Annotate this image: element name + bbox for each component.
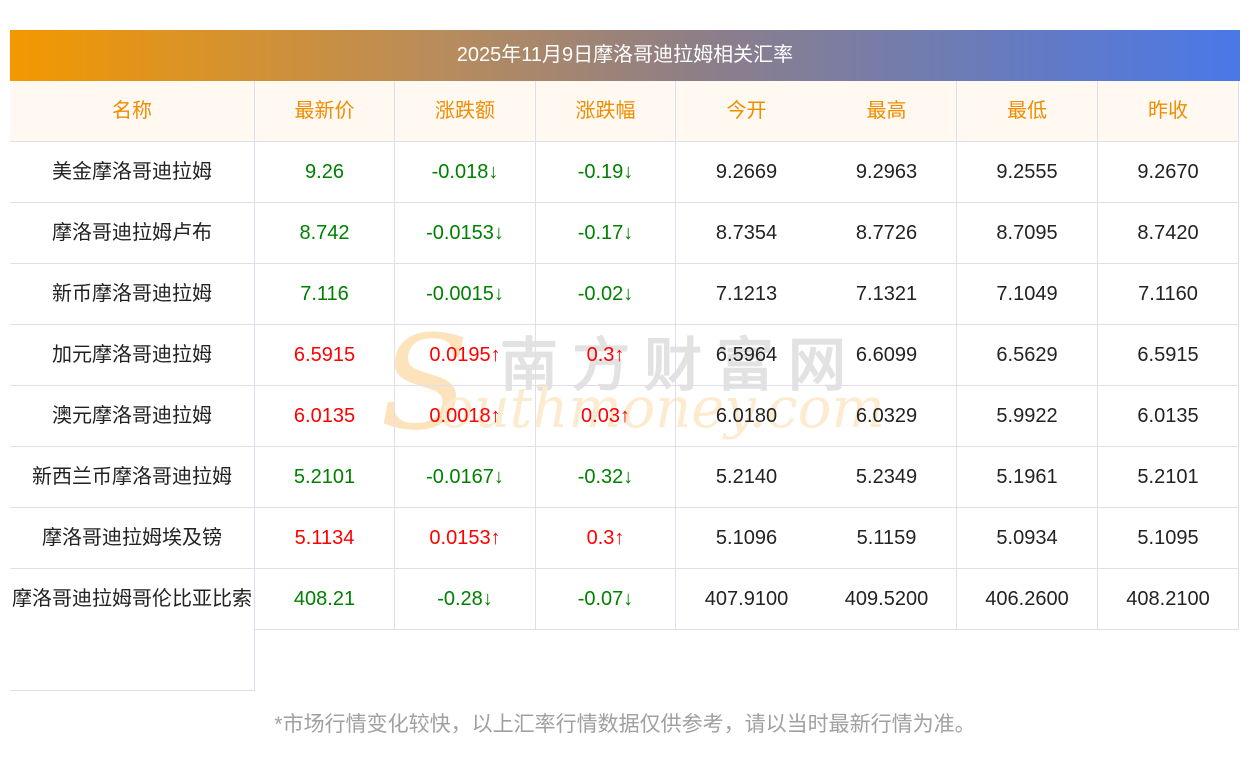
- table-row: 摩洛哥迪拉姆埃及镑 5.1134 0.0153↑ 0.3↑ 5.1096 5.1159 5.…: [10, 508, 1239, 569]
- change-cell: 0.0018↑: [395, 386, 536, 447]
- header-name: 名称: [10, 81, 255, 142]
- prev-cell: 5.2101: [1098, 447, 1239, 508]
- low-cell: 406.2600: [957, 569, 1098, 630]
- header-price: 最新价: [255, 81, 395, 142]
- low-cell: 9.2555: [957, 142, 1098, 203]
- price-cell: 6.0135: [255, 386, 395, 447]
- name-cell: 摩洛哥迪拉姆卢布: [10, 203, 255, 264]
- price-cell: 7.116: [255, 264, 395, 325]
- name-cell: 新西兰币摩洛哥迪拉姆: [10, 447, 255, 508]
- exchange-rate-table: 名称 最新价 涨跌额 涨跌幅 今开 最高 最低 昨收 美金摩洛哥迪拉姆 9.26-…: [10, 81, 1239, 691]
- header-prev: 昨收: [1098, 81, 1239, 142]
- price-cell: 9.26: [255, 142, 395, 203]
- high-cell: 5.1159: [817, 508, 957, 569]
- disclaimer: *市场行情变化较快，以上汇率行情数据仅供参考，请以当时最新行情为准。: [274, 713, 976, 736]
- high-cell: 409.5200: [817, 569, 957, 630]
- prev-cell: 8.7420: [1098, 203, 1239, 264]
- high-cell: 7.1321: [817, 264, 957, 325]
- low-cell: 5.0934: [957, 508, 1098, 569]
- name-cell: 加元摩洛哥迪拉姆: [10, 325, 255, 386]
- table-header-row: 名称 最新价 涨跌额 涨跌幅 今开 最高 最低 昨收: [10, 81, 1239, 142]
- high-cell: 6.0329: [817, 386, 957, 447]
- table-row: 新币摩洛哥迪拉姆 7.116 -0.0015↓ -0.02↓ 7.1213 7.1321 7…: [10, 264, 1239, 325]
- price-cell: 6.5915: [255, 325, 395, 386]
- change-cell: 0.0195↑: [395, 325, 536, 386]
- open-cell: 9.2669: [676, 142, 817, 203]
- open-cell: 5.1096: [676, 508, 817, 569]
- table-row: 加元摩洛哥迪拉姆 6.5915 0.0195↑ 0.3↑ 6.5964 6.6099 6.5…: [10, 325, 1239, 386]
- pct-cell: -0.32↓: [536, 447, 676, 508]
- prev-cell: 5.1095: [1098, 508, 1239, 569]
- prev-cell: 408.2100: [1098, 569, 1239, 630]
- table-row: 摩洛哥迪拉姆卢布 8.742 -0.0153↓ -0.17↓ 8.7354 8.7726 8…: [10, 203, 1239, 264]
- high-cell: 9.2963: [817, 142, 957, 203]
- table-title: 2025年11月9日摩洛哥迪拉姆相关汇率: [10, 30, 1240, 81]
- table-row: 澳元摩洛哥迪拉姆 6.0135 0.0018↑ 0.03↑ 6.0180 6.0329 5.…: [10, 386, 1239, 447]
- pct-cell: -0.17↓: [536, 203, 676, 264]
- name-cell: 摩洛哥迪拉姆哥伦比亚比索: [10, 569, 255, 691]
- change-cell: -0.0015↓: [395, 264, 536, 325]
- low-cell: 5.9922: [957, 386, 1098, 447]
- low-cell: 5.1961: [957, 447, 1098, 508]
- table-row: 新西兰币摩洛哥迪拉姆 5.2101 -0.0167↓ -0.32↓ 5.2140 5.23…: [10, 447, 1239, 508]
- name-cell: 新币摩洛哥迪拉姆: [10, 264, 255, 325]
- open-cell: 8.7354: [676, 203, 817, 264]
- low-cell: 7.1049: [957, 264, 1098, 325]
- name-cell: 美金摩洛哥迪拉姆: [10, 142, 255, 203]
- header-low: 最低: [957, 81, 1098, 142]
- name-cell: 摩洛哥迪拉姆埃及镑: [10, 508, 255, 569]
- header-high: 最高: [817, 81, 957, 142]
- price-cell: 5.2101: [255, 447, 395, 508]
- table-row: 摩洛哥迪拉姆哥伦比亚比索 408.21 -0.28↓ -0.07↓ 407.9100 40…: [10, 569, 1239, 691]
- price-cell: 8.742: [255, 203, 395, 264]
- change-cell: -0.0153↓: [395, 203, 536, 264]
- change-cell: -0.0167↓: [395, 447, 536, 508]
- high-cell: 8.7726: [817, 203, 957, 264]
- price-cell: 408.21: [255, 569, 395, 630]
- open-cell: 6.0180: [676, 386, 817, 447]
- high-cell: 6.6099: [817, 325, 957, 386]
- pct-cell: 0.3↑: [536, 325, 676, 386]
- table-body: 美金摩洛哥迪拉姆 9.26 -0.018↓ -0.19↓ 9.2669 9.2963 9.2…: [10, 142, 1239, 691]
- open-cell: 407.9100: [676, 569, 817, 630]
- prev-cell: 9.2670: [1098, 142, 1239, 203]
- low-cell: 8.7095: [957, 203, 1098, 264]
- change-cell: -0.28↓: [395, 569, 536, 630]
- pct-cell: 0.03↑: [536, 386, 676, 447]
- open-cell: 7.1213: [676, 264, 817, 325]
- open-cell: 5.2140: [676, 447, 817, 508]
- open-cell: 6.5964: [676, 325, 817, 386]
- prev-cell: 7.1160: [1098, 264, 1239, 325]
- change-cell: -0.018↓: [395, 142, 536, 203]
- header-open: 今开: [676, 81, 817, 142]
- pct-cell: -0.02↓: [536, 264, 676, 325]
- pct-cell: 0.3↑: [536, 508, 676, 569]
- pct-cell: -0.19↓: [536, 142, 676, 203]
- header-pct: 涨跌幅: [536, 81, 676, 142]
- high-cell: 5.2349: [817, 447, 957, 508]
- header-change: 涨跌额: [395, 81, 536, 142]
- prev-cell: 6.0135: [1098, 386, 1239, 447]
- low-cell: 6.5629: [957, 325, 1098, 386]
- prev-cell: 6.5915: [1098, 325, 1239, 386]
- name-cell: 澳元摩洛哥迪拉姆: [10, 386, 255, 447]
- table-row: 美金摩洛哥迪拉姆 9.26 -0.018↓ -0.19↓ 9.2669 9.2963 9.2…: [10, 142, 1239, 203]
- change-cell: 0.0153↑: [395, 508, 536, 569]
- pct-cell: -0.07↓: [536, 569, 676, 630]
- price-cell: 5.1134: [255, 508, 395, 569]
